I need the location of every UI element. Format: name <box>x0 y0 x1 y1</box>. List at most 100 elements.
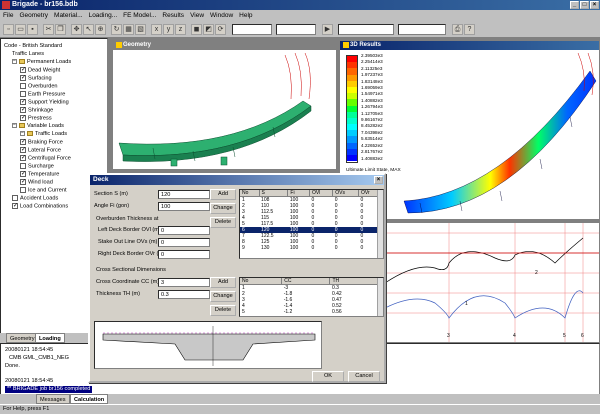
mesh-icon[interactable]: ▧ <box>135 24 146 35</box>
cancel-button[interactable]: Cancel <box>348 371 380 382</box>
help-icon[interactable]: ? <box>464 24 475 35</box>
tree-item[interactable]: Surcharge <box>20 163 54 171</box>
rotate-icon[interactable]: ↻ <box>111 24 122 35</box>
render-icon[interactable]: ◼ <box>191 24 202 35</box>
tree-item[interactable]: ✓ Centrifugal Force <box>20 155 71 163</box>
menu-results[interactable]: Results <box>159 10 187 21</box>
copy-icon[interactable]: ❐ <box>55 24 66 35</box>
tree-item[interactable]: Overburden <box>20 83 58 91</box>
change-cc-button[interactable]: Change <box>210 291 236 302</box>
collapse-icon[interactable]: − <box>12 123 17 129</box>
cross-scrollbar[interactable] <box>377 278 383 316</box>
add-cc-button[interactable]: Add <box>210 277 236 288</box>
open-icon[interactable]: ▭ <box>15 24 26 35</box>
close-button[interactable]: × <box>590 1 599 9</box>
geometry-viewport[interactable] <box>113 51 336 169</box>
refresh-icon[interactable]: ⟳ <box>215 24 226 35</box>
select-icon[interactable]: ↖ <box>83 24 94 35</box>
case-combo[interactable] <box>338 24 394 35</box>
geometry-window-title[interactable]: Geometry <box>113 41 336 50</box>
result-combo[interactable] <box>232 24 272 35</box>
dialog-close-button[interactable]: × <box>374 176 383 184</box>
add-section-button[interactable]: Add <box>210 189 236 200</box>
checkbox[interactable]: ✓ <box>20 179 26 185</box>
cc-input[interactable] <box>158 278 210 287</box>
delete-section-button[interactable]: Delete <box>210 217 236 228</box>
collapse-icon[interactable]: − <box>20 131 25 137</box>
results-viewport[interactable] <box>400 51 600 221</box>
left-border-input[interactable] <box>158 226 210 235</box>
dialog-title-bar[interactable]: Deck × <box>90 175 384 185</box>
checkbox[interactable] <box>20 163 26 169</box>
tree-item[interactable]: ✓ Support Yielding <box>20 99 69 107</box>
right-border-input[interactable] <box>158 250 210 259</box>
delete-cc-button[interactable]: Delete <box>210 305 236 316</box>
tree-item[interactable]: Code - British Standard <box>4 43 62 51</box>
tree-item[interactable]: − Traffic Loads <box>20 131 67 139</box>
stake-input[interactable] <box>158 238 210 247</box>
tree-item[interactable]: ✓ Load Combinations <box>12 203 68 211</box>
checkbox[interactable] <box>20 91 26 97</box>
checkbox[interactable]: ✓ <box>20 155 26 161</box>
checkbox[interactable]: ✓ <box>12 203 18 209</box>
tree-item[interactable]: Accident Loads <box>12 195 58 203</box>
tab-geometry[interactable]: Geometry <box>6 333 39 343</box>
th-input[interactable] <box>158 290 210 299</box>
view-z-icon[interactable]: z <box>175 24 186 35</box>
tree-item[interactable]: ✓ Braking Force <box>20 139 63 147</box>
sections-table[interactable]: No S Fi OVl OVs OVr 1 108 100 0 0 0 2 110 100 0 0 0 3 112.5… <box>239 189 384 259</box>
change-section-button[interactable]: Change <box>210 203 236 214</box>
ok-button[interactable]: OK <box>312 371 344 382</box>
tree-item[interactable]: Traffic Lanes <box>12 51 44 59</box>
tree-item[interactable]: ✓ Temperature <box>20 171 59 179</box>
play-icon[interactable]: ▶ <box>322 24 333 35</box>
grid-icon[interactable]: ▦ <box>123 24 134 35</box>
menu-fe-model[interactable]: FE Model... <box>120 10 159 21</box>
menu-window[interactable]: Window <box>207 10 236 21</box>
checkbox[interactable]: ✓ <box>20 75 26 81</box>
tree-item[interactable]: ✓ Lateral Force <box>20 147 61 155</box>
checkbox[interactable]: ✓ <box>20 107 26 113</box>
component-combo[interactable] <box>398 24 446 35</box>
tab-messages[interactable]: Messages <box>36 394 70 404</box>
minimize-button[interactable]: _ <box>570 1 579 9</box>
view-y-icon[interactable]: y <box>163 24 174 35</box>
table-row[interactable]: 5 -1.2 0.56 <box>240 309 383 315</box>
angle-input[interactable] <box>158 202 210 211</box>
tree-item[interactable]: ✓ Surfacing <box>20 75 52 83</box>
checkbox[interactable]: ✓ <box>20 171 26 177</box>
tab-calculation[interactable]: Calculation <box>70 394 109 404</box>
checkbox[interactable]: ✓ <box>20 147 26 153</box>
menu-geometry[interactable]: Geometry <box>16 10 51 21</box>
contour-icon[interactable]: ◩ <box>203 24 214 35</box>
move-icon[interactable]: ✥ <box>71 24 82 35</box>
menu-file[interactable]: File <box>0 10 16 21</box>
checkbox[interactable]: ✓ <box>20 67 26 73</box>
results-window-title[interactable]: 3D Results <box>340 41 599 50</box>
cross-section-table[interactable]: No CC TH 1 -3 0.3 2 -1.8 0.42 3 -1.6 0.47 4 -1.4 0.52 5… <box>239 277 384 317</box>
diagram-viewport[interactable] <box>385 223 599 342</box>
collapse-icon[interactable]: − <box>12 59 17 65</box>
menu-loading[interactable]: Loading... <box>86 10 121 21</box>
checkbox[interactable]: ✓ <box>20 115 26 121</box>
table-row[interactable]: 9 130 100 0 0 0 <box>240 245 383 251</box>
tab-loading[interactable]: Loading <box>35 333 65 343</box>
tree-item[interactable]: ✓ Dead Weight <box>20 67 60 75</box>
tree-item[interactable]: ✓ Shrinkage <box>20 107 53 115</box>
checkbox[interactable] <box>20 83 26 89</box>
tree-item[interactable]: ✓ Prestress <box>20 115 52 123</box>
print-icon[interactable]: ⎙ <box>452 24 463 35</box>
tree-item[interactable]: ✓ Wind load <box>20 179 53 187</box>
zoom-icon[interactable]: ⊕ <box>95 24 106 35</box>
maximize-button[interactable]: □ <box>580 1 589 9</box>
tree-item[interactable]: − Variable Loads <box>12 123 64 131</box>
tree-item[interactable]: − Permanent Loads <box>12 59 71 67</box>
menu-view[interactable]: View <box>187 10 207 21</box>
checkbox[interactable]: ✓ <box>20 139 26 145</box>
section-input[interactable] <box>158 190 210 199</box>
tree-item[interactable]: Ice and Current <box>20 187 67 195</box>
menu-help[interactable]: Help <box>236 10 255 21</box>
checkbox[interactable] <box>20 187 26 193</box>
step-combo[interactable] <box>276 24 316 35</box>
tree-item[interactable]: Earth Pressure <box>20 91 65 99</box>
